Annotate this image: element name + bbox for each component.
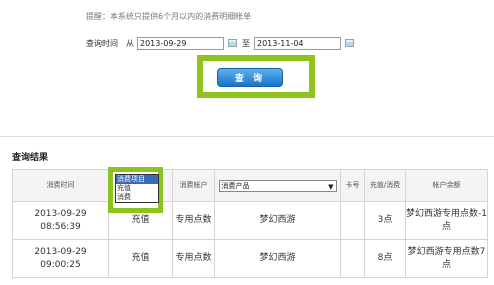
cell-balance: 梦幻西游专用点数-1点 — [405, 201, 488, 240]
cell-card — [340, 201, 365, 240]
to-label: 至 — [242, 38, 250, 48]
type-dropdown-highlight: 消费项目 充值 消费 — [108, 167, 163, 213]
query-time-row: 查询时间 从 至 — [86, 36, 359, 50]
query-button-highlight: 查 询 — [197, 55, 315, 98]
type-option-recharge[interactable]: 充值 — [116, 184, 158, 193]
from-label: 从 — [126, 38, 134, 48]
col-header-amount: 充值/消费 — [364, 169, 406, 202]
section-divider — [0, 136, 494, 137]
cell-product: 梦幻西游 — [214, 239, 341, 278]
query-time-label: 查询时间 — [86, 38, 118, 48]
cell-balance: 梦幻西游专用点数7点 — [405, 239, 488, 278]
type-option-consume[interactable]: 消费 — [116, 193, 158, 202]
table-row: 2013-09-29 09:00:25 充值 专用点数 梦幻西游 8点 梦幻西游专… — [12, 239, 488, 278]
query-button[interactable]: 查 询 — [217, 68, 283, 87]
results-table: 消费时间 消费帐户 消费产品 ▼ 卡号 充值/消费 帐户余额 2013-09-2… — [12, 169, 488, 278]
cell-card — [340, 239, 365, 278]
product-select-value: 消费产品 — [221, 181, 250, 190]
cell-type: 充值 — [108, 239, 173, 278]
product-select[interactable]: 消费产品 ▼ — [218, 179, 337, 192]
col-header-account: 消费帐户 — [172, 169, 215, 202]
cell-account: 专用点数 — [172, 201, 215, 240]
calendar-icon[interactable] — [228, 39, 237, 47]
type-dropdown-list[interactable]: 消费项目 充值 消费 — [115, 174, 159, 203]
results-title: 查询结果 — [12, 153, 49, 163]
type-option-all[interactable]: 消费项目 — [116, 175, 158, 184]
calendar-icon[interactable] — [345, 39, 354, 47]
start-date-input[interactable] — [137, 36, 224, 50]
cell-time: 2013-09-29 08:56:39 — [12, 201, 109, 240]
end-date-input[interactable] — [254, 36, 341, 50]
cell-time: 2013-09-29 09:00:25 — [12, 239, 109, 278]
table-row: 2013-09-29 08:56:39 充值 专用点数 梦幻西游 3点 梦幻西游专… — [12, 201, 488, 240]
cell-amount: 3点 — [364, 201, 406, 240]
cell-account: 专用点数 — [172, 239, 215, 278]
col-header-card: 卡号 — [340, 169, 365, 202]
col-header-product: 消费产品 ▼ — [214, 169, 341, 202]
cell-product: 梦幻西游 — [214, 201, 341, 240]
col-header-time: 消费时间 — [12, 169, 109, 202]
chevron-down-icon: ▼ — [328, 182, 334, 191]
table-header-row: 消费时间 消费帐户 消费产品 ▼ 卡号 充值/消费 帐户余额 — [12, 169, 488, 202]
col-header-balance: 帐户余额 — [405, 169, 488, 202]
notice-text: 提醒：本系统只提供6个月以内的消费明细帐单 — [86, 12, 252, 21]
cell-amount: 8点 — [364, 239, 406, 278]
